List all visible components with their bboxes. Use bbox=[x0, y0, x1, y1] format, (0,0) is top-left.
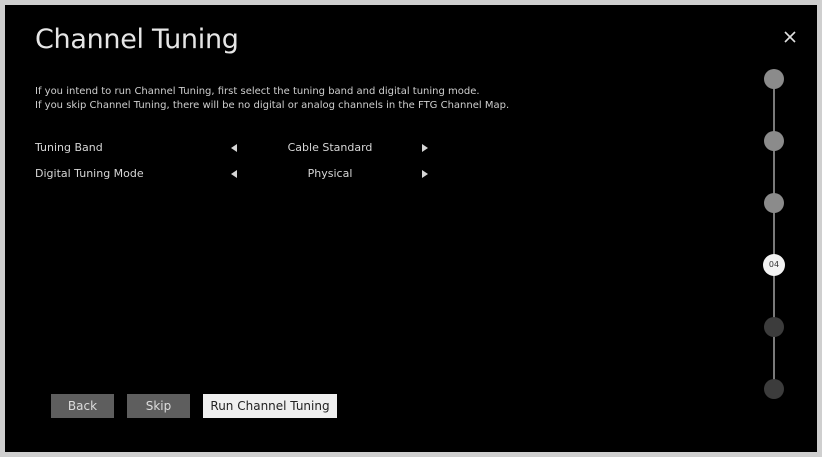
run-channel-tuning-button[interactable]: Run Channel Tuning bbox=[203, 394, 337, 418]
skip-button[interactable]: Skip bbox=[127, 394, 190, 418]
description-line: If you skip Channel Tuning, there will b… bbox=[35, 100, 510, 111]
stepper-line bbox=[773, 79, 775, 389]
tuning-band-label: Tuning Band bbox=[35, 141, 103, 154]
page-title: Channel Tuning bbox=[35, 24, 239, 55]
description-line: If you intend to run Channel Tuning, fir… bbox=[35, 86, 480, 97]
tuning-band-value: Cable Standard bbox=[287, 141, 373, 154]
digital-tuning-mode-value: Physical bbox=[307, 167, 353, 180]
digital-tuning-mode-prev-arrow-icon[interactable] bbox=[231, 170, 237, 178]
step-indicator-1 bbox=[764, 69, 784, 89]
close-icon[interactable] bbox=[779, 26, 801, 48]
progress-stepper: 04 bbox=[763, 69, 785, 399]
step-indicator-3 bbox=[764, 193, 784, 213]
digital-tuning-mode-next-arrow-icon[interactable] bbox=[422, 170, 428, 178]
step-indicator-6 bbox=[764, 379, 784, 399]
description: If you intend to run Channel Tuning, fir… bbox=[35, 85, 509, 113]
step-indicator-5 bbox=[764, 317, 784, 337]
tuning-band-next-arrow-icon[interactable] bbox=[422, 144, 428, 152]
tuning-band-prev-arrow-icon[interactable] bbox=[231, 144, 237, 152]
tuning-band-setting: Tuning Band Cable Standard bbox=[35, 138, 455, 158]
step-indicator-2 bbox=[764, 131, 784, 151]
digital-tuning-mode-setting: Digital Tuning Mode Physical bbox=[35, 164, 455, 184]
channel-tuning-dialog: Channel Tuning If you intend to run Chan… bbox=[5, 5, 817, 452]
step-indicator-current: 04 bbox=[763, 254, 785, 276]
digital-tuning-mode-label: Digital Tuning Mode bbox=[35, 167, 144, 180]
back-button[interactable]: Back bbox=[51, 394, 114, 418]
